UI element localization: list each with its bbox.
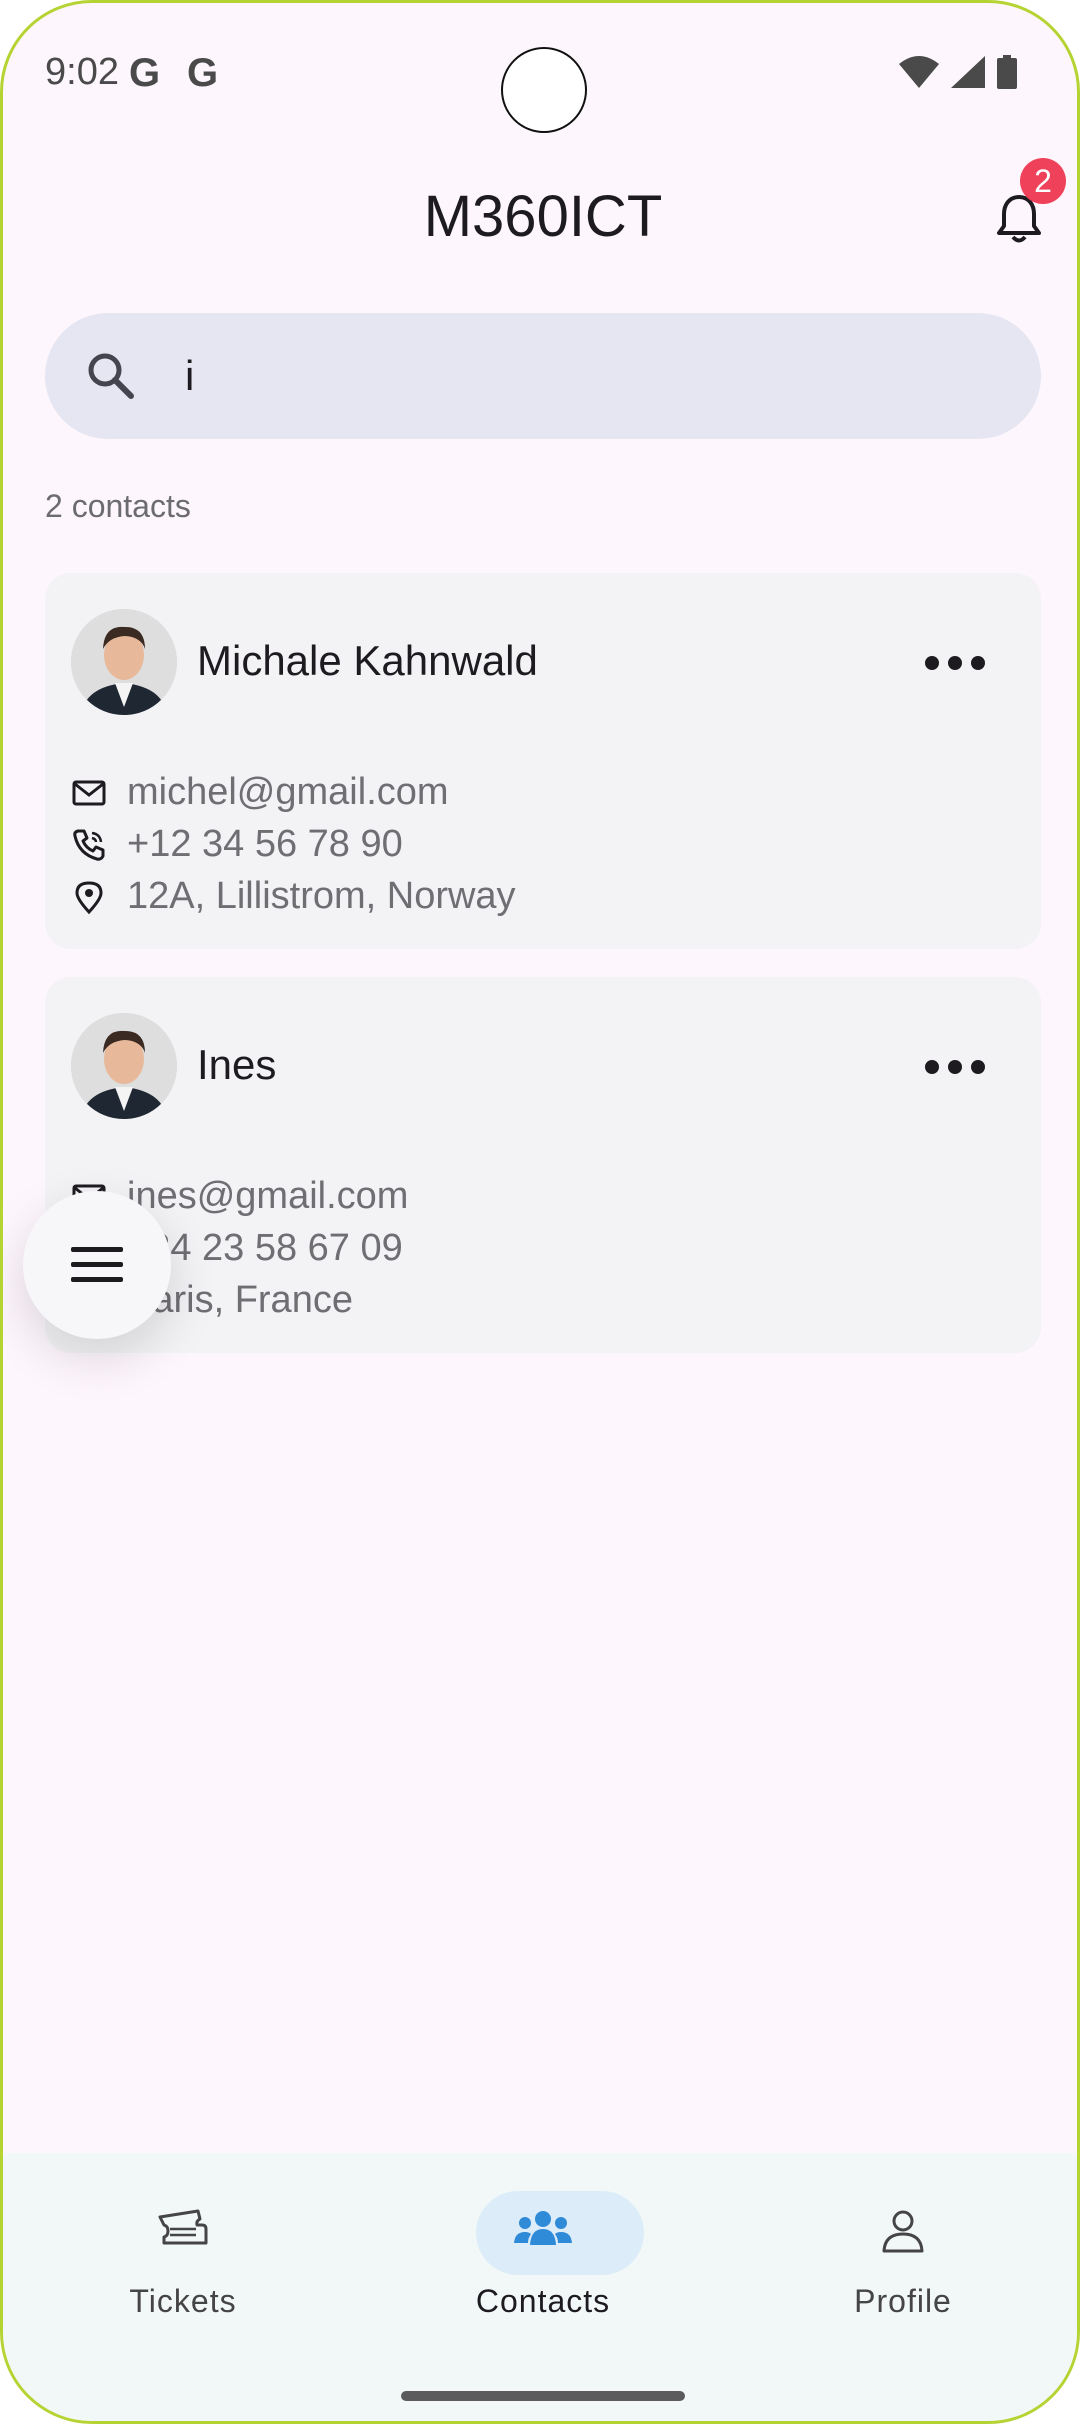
contacts-icon (514, 2211, 572, 2245)
menu-fab-button[interactable] (23, 1191, 171, 1339)
nav-item-tickets[interactable]: Tickets (33, 2153, 333, 2373)
search-icon (88, 353, 134, 399)
camera-cutout (501, 47, 587, 133)
avatar (71, 1013, 177, 1119)
profile-icon (882, 2210, 924, 2253)
contact-name: Ines (197, 1041, 277, 1088)
page-title: M360ICT (423, 184, 663, 249)
wifi-icon (899, 56, 939, 88)
nav-item-profile[interactable]: Profile (753, 2153, 1053, 2373)
avatar (71, 609, 177, 715)
contact-phone: +12 34 56 78 90 (127, 823, 403, 865)
mail-icon (72, 780, 106, 805)
contact-card[interactable]: Ines ines@gmail.com +34 23 58 67 09 Pari… (45, 977, 1041, 1353)
more-options-icon[interactable] (925, 653, 985, 673)
contact-name: Michale Kahnwald (197, 637, 538, 684)
nav-item-contacts[interactable]: Contacts (393, 2153, 693, 2373)
contacts-count: 2 contacts (45, 488, 191, 524)
google-icon: G (129, 51, 161, 95)
search-bar[interactable] (45, 313, 1041, 439)
notification-badge: 2 (1020, 158, 1066, 204)
nav-label-contacts: Contacts (475, 2283, 611, 2319)
address-row: 12A, Lillistrom, Norway (71, 875, 516, 918)
contact-card[interactable]: Michale Kahnwald michel@gmail.com +12 34… (45, 573, 1041, 949)
bottom-navigation: Tickets Contacts Profile (3, 2153, 1077, 2421)
signal-icon (951, 56, 985, 88)
ticket-icon (158, 2209, 208, 2245)
location-pin-icon (75, 880, 103, 914)
phone-row: +12 34 56 78 90 (71, 823, 403, 866)
menu-icon (71, 1247, 123, 1282)
battery-icon (997, 55, 1017, 89)
more-options-icon[interactable] (925, 1057, 985, 1077)
status-icons (899, 55, 1017, 89)
contact-email: michel@gmail.com (127, 771, 449, 813)
contact-email: ines@gmail.com (127, 1175, 409, 1217)
contact-address: 12A, Lillistrom, Norway (127, 875, 516, 917)
email-row: michel@gmail.com (71, 771, 449, 814)
phone-icon (73, 829, 105, 861)
status-bar: 9:02 G G (3, 3, 1077, 143)
search-input[interactable] (185, 341, 1005, 411)
home-indicator[interactable] (401, 2391, 685, 2401)
google-icon: G (187, 51, 219, 95)
nav-label-tickets: Tickets (129, 2283, 237, 2319)
status-time: 9:02 (45, 51, 119, 93)
device-frame: 9:02 G G M360ICT 2 2 contacts (0, 0, 1080, 2424)
nav-label-profile: Profile (854, 2283, 952, 2319)
